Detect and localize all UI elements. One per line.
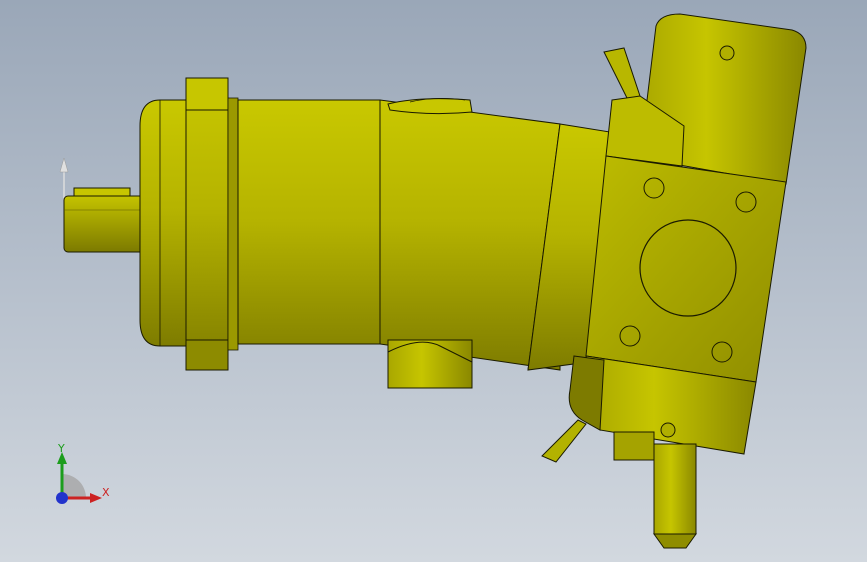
y-axis-label: Y — [58, 442, 65, 455]
reference-axis-arrow — [59, 157, 69, 200]
main-housing[interactable] — [237, 99, 561, 371]
cap-bolt — [719, 45, 735, 61]
valve-block[interactable] — [585, 155, 787, 383]
shaft-key — [73, 187, 131, 197]
lower-port-boss[interactable] — [387, 339, 473, 389]
drive-shaft[interactable] — [63, 187, 145, 253]
3d-viewport[interactable]: Y X — [0, 0, 867, 562]
adjusting-rod[interactable] — [653, 443, 697, 549]
x-axis-arrow — [90, 493, 102, 503]
cylinder-bolt — [660, 422, 676, 438]
upper-port-boss[interactable] — [387, 98, 473, 115]
upper-lug[interactable] — [603, 47, 641, 101]
axis-triad — [56, 452, 102, 504]
pump-model[interactable] — [0, 0, 867, 562]
control-cylinder-top[interactable] — [605, 13, 807, 185]
lower-lug[interactable] — [541, 419, 587, 463]
mounting-flange[interactable] — [185, 77, 239, 371]
x-axis-label: X — [102, 486, 110, 499]
z-axis-dot — [56, 492, 68, 504]
